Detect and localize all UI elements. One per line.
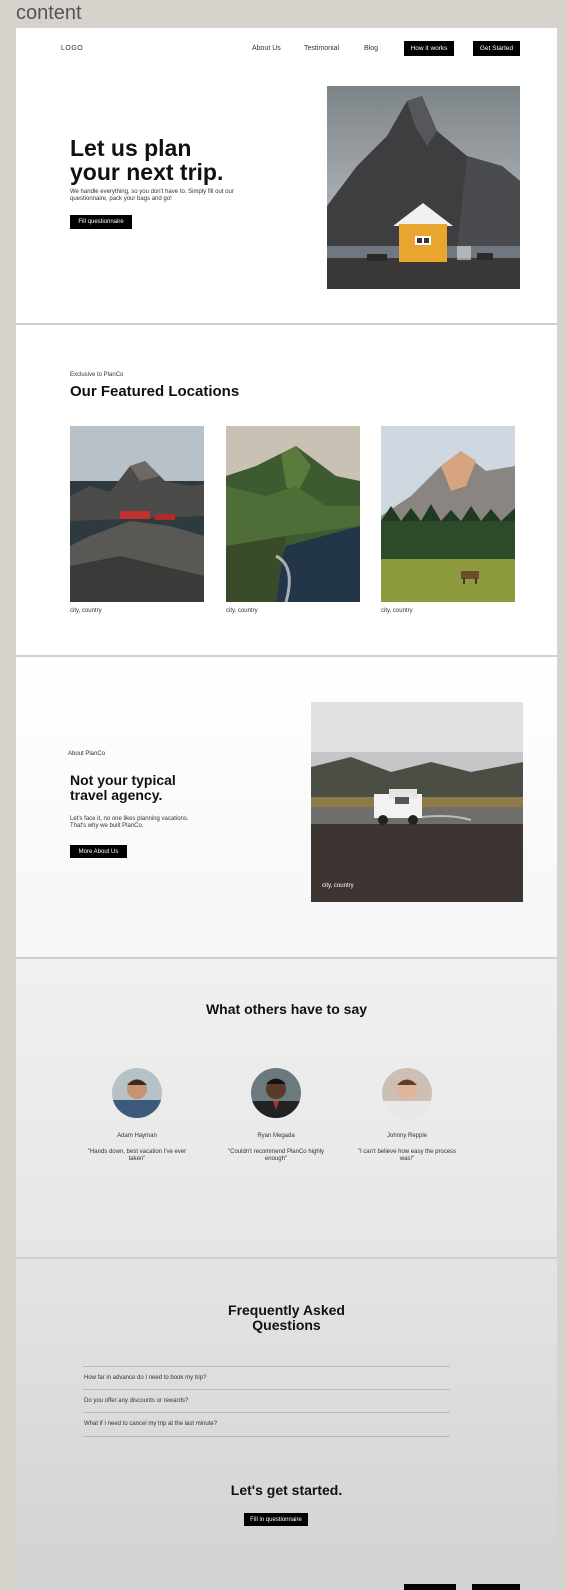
location-caption: city, country	[70, 608, 102, 614]
about-image-illustration	[311, 702, 523, 902]
avatar-ryan-illustration	[251, 1068, 301, 1118]
nav-logo[interactable]: LOGO	[61, 45, 83, 52]
testimonials-title: What others have to say	[205, 1001, 368, 1017]
about-title-line-2: travel agency.	[70, 787, 163, 803]
about-image: city, country	[311, 702, 523, 902]
canvas-frame-label: content	[16, 2, 82, 24]
about-eyebrow: About PlanCo	[68, 751, 106, 757]
location-card-image[interactable]	[70, 426, 204, 602]
nav-link-testimonial[interactable]: Testimonial	[304, 45, 339, 52]
nav-link-blog[interactable]: Blog	[364, 45, 378, 52]
testimonial-quote: "Hands down, best vacation I've ever tak…	[87, 1149, 187, 1162]
location-caption: city, country	[381, 608, 413, 614]
faq-title: Frequently Asked Questions	[16, 1303, 557, 1333]
nav-link-about[interactable]: About Us	[252, 45, 281, 52]
location-card-image[interactable]	[381, 426, 515, 602]
footer-button-partial[interactable]	[472, 1584, 520, 1590]
hero-title-line-1: Let us plan	[70, 135, 192, 161]
testimonial-name: Ryan Megada	[257, 1133, 295, 1139]
hero-title: Let us plan your next trip.	[70, 136, 270, 184]
faq-item[interactable]: What if I need to cancel my trip at the …	[83, 1412, 450, 1435]
avatar-adam-illustration	[112, 1068, 162, 1118]
fill-in-questionnaire-button[interactable]: Fill in questionnaire	[244, 1513, 308, 1526]
hero-section: LOGO About Us Testimonial Blog How it wo…	[16, 28, 557, 323]
faq-item[interactable]: How far in advance do I need to book my …	[83, 1366, 450, 1389]
testimonial-name: Johnny Repple	[386, 1133, 428, 1139]
featured-section: Exclusive to PlanCo Our Featured Locatio…	[16, 325, 557, 655]
faq-question: How far in advance do I need to book my …	[84, 1375, 207, 1381]
faq-section: Frequently Asked Questions How far in ad…	[16, 1259, 557, 1590]
how-it-works-button[interactable]: How it works	[404, 41, 454, 56]
get-started-button[interactable]: Get Started	[473, 41, 520, 56]
about-title: Not your typical travel agency.	[70, 773, 176, 803]
faq-question: Do you offer any discounts or rewards?	[84, 1398, 189, 1404]
location-caption: city, country	[226, 608, 258, 614]
hero-subtitle: We handle everything, so you don't have …	[70, 189, 234, 202]
more-about-us-button[interactable]: More About Us	[70, 845, 127, 858]
featured-title: Our Featured Locations	[70, 383, 240, 400]
about-body: Let's face it, no one likes planning vac…	[70, 816, 189, 829]
faq-title-line-2: Questions	[252, 1317, 321, 1333]
faq-question: What if I need to cancel my trip at the …	[84, 1421, 218, 1427]
hero-image	[327, 86, 520, 289]
cta-title: Let's get started.	[230, 1482, 343, 1498]
avatar	[251, 1068, 301, 1118]
faq-item[interactable]: Do you offer any discounts or rewards?	[83, 1389, 450, 1412]
location-card-image[interactable]	[226, 426, 360, 602]
about-image-caption: city, country	[322, 883, 354, 889]
avatar	[112, 1068, 162, 1118]
about-title-line-1: Not your typical	[70, 772, 176, 788]
testimonial-quote: "I can't believe how easy the process wa…	[357, 1149, 457, 1162]
avatar-johnny-illustration	[382, 1068, 432, 1118]
faq-divider	[83, 1436, 450, 1437]
location-2-illustration	[226, 426, 360, 602]
about-section: About PlanCo Not your typical travel age…	[16, 657, 557, 957]
testimonial-quote: "Couldn't recommend PlanCo highly enough…	[228, 1149, 324, 1162]
location-3-illustration	[381, 426, 515, 602]
hero-image-illustration	[327, 86, 520, 289]
footer-button-partial[interactable]	[404, 1584, 456, 1590]
testimonial-name: Adam Hayman	[117, 1133, 157, 1139]
testimonials-section: What others have to say Adam Hayman "Han…	[16, 959, 557, 1257]
website-frame: LOGO About Us Testimonial Blog How it wo…	[16, 28, 557, 1590]
hero-title-line-2: your next trip.	[70, 159, 224, 185]
faq-title-line-1: Frequently Asked	[228, 1302, 345, 1318]
location-1-illustration	[70, 426, 204, 602]
fill-questionnaire-button[interactable]: Fill questionnaire	[70, 215, 132, 229]
featured-eyebrow: Exclusive to PlanCo	[70, 372, 124, 378]
avatar	[382, 1068, 432, 1118]
